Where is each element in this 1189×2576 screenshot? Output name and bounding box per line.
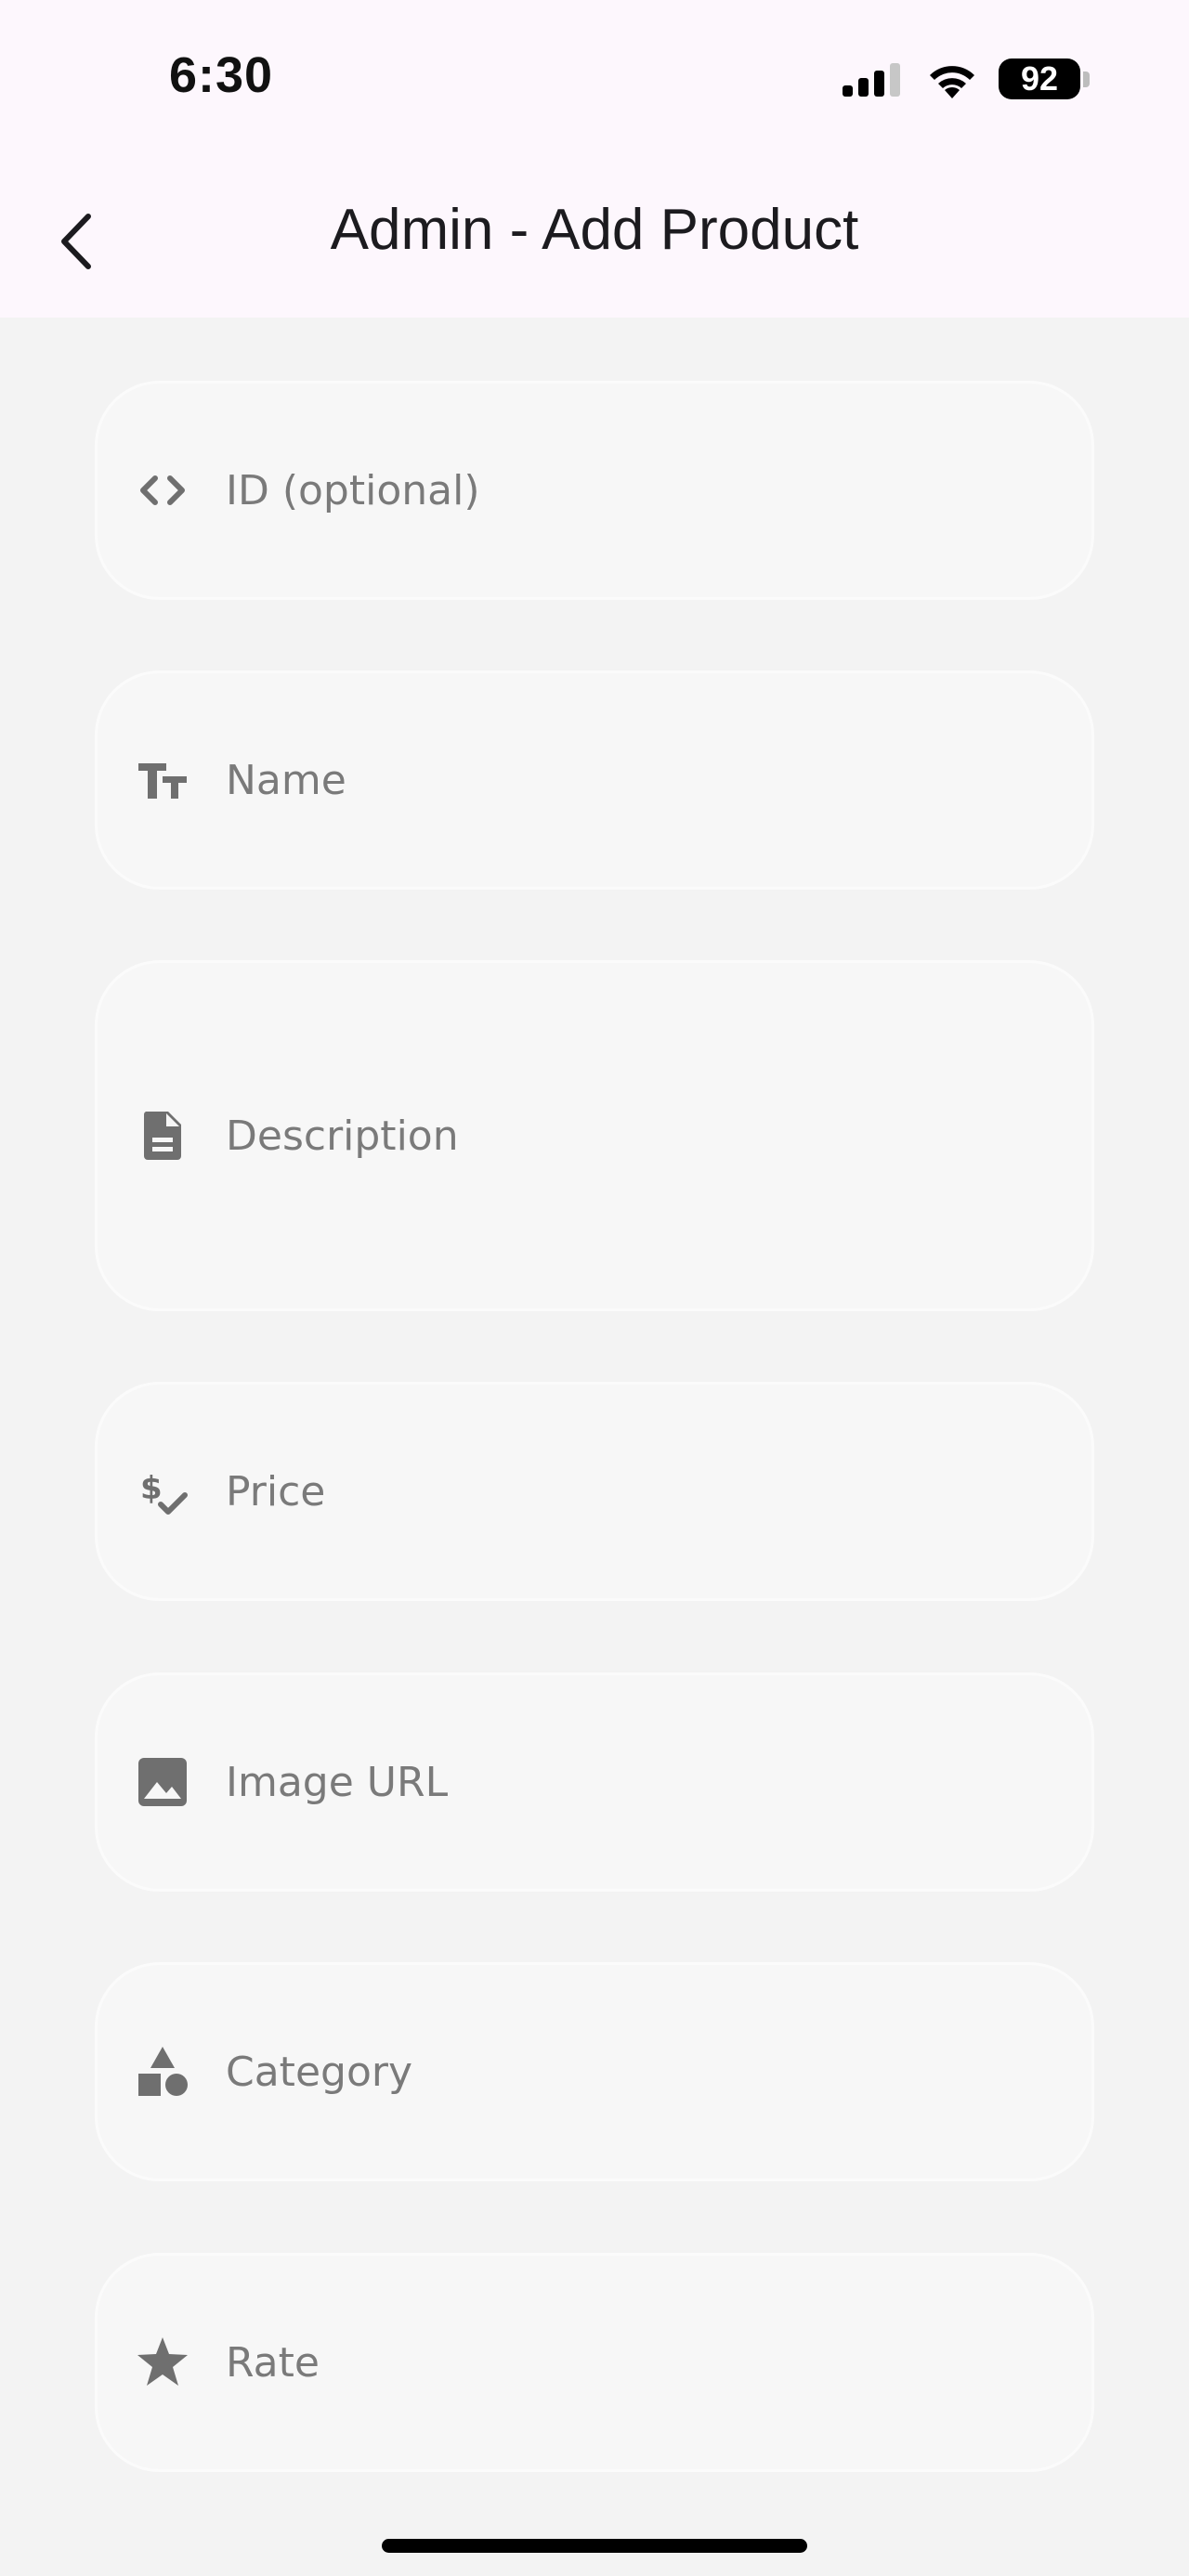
rate-field[interactable]: [95, 2253, 1094, 2472]
text-fields-icon: [135, 752, 190, 808]
image-icon: [135, 1754, 190, 1810]
status-time: 6:30: [169, 47, 274, 103]
price-check-icon: $: [135, 1464, 190, 1519]
id-field[interactable]: [95, 381, 1094, 600]
status-bar: 6:30 92: [0, 0, 1189, 149]
description-field[interactable]: [95, 960, 1094, 1311]
category-icon: [135, 2044, 190, 2100]
page-title: Admin - Add Product: [330, 198, 859, 262]
document-icon: [135, 1108, 190, 1164]
price-input[interactable]: [226, 1467, 1054, 1516]
name-input[interactable]: [226, 756, 1054, 804]
category-input[interactable]: [226, 2048, 1054, 2096]
cellular-signal-icon: [843, 63, 900, 97]
category-field[interactable]: [95, 1962, 1094, 2181]
price-field[interactable]: $: [95, 1382, 1094, 1601]
svg-text:$: $: [140, 1470, 163, 1507]
description-input[interactable]: [226, 1112, 1054, 1160]
home-indicator[interactable]: [382, 2539, 807, 2553]
star-icon: [135, 2335, 190, 2390]
image-url-field[interactable]: [95, 1672, 1094, 1892]
app-bar: Admin - Add Product: [0, 149, 1189, 318]
battery-indicator: 92: [999, 59, 1080, 99]
id-input[interactable]: [226, 466, 1054, 514]
code-icon: [135, 462, 190, 518]
rate-input[interactable]: [226, 2338, 1054, 2387]
battery-tip: [1083, 72, 1090, 87]
wifi-icon: [930, 66, 974, 98]
image-url-input[interactable]: [226, 1758, 1054, 1806]
name-field[interactable]: [95, 670, 1094, 890]
